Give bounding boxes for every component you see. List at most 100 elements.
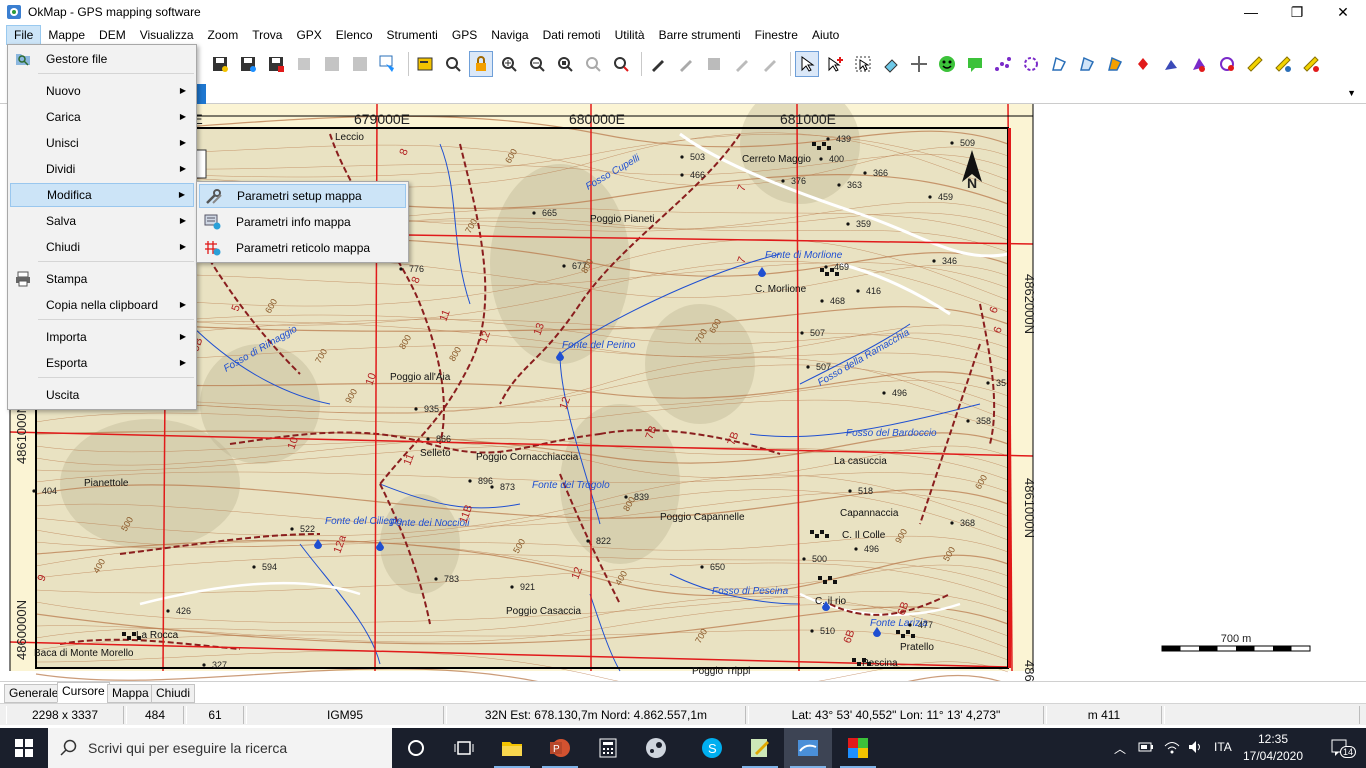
taskbar-powerpoint[interactable]: P <box>536 728 584 768</box>
language-indicator[interactable]: ITA <box>1214 740 1232 754</box>
measure-delete-button[interactable] <box>1299 51 1323 77</box>
panel-tab-generale[interactable]: Generale <box>4 684 64 703</box>
taskbar-notepad[interactable] <box>736 728 784 768</box>
menu-file[interactable]: File <box>6 25 42 45</box>
map-link-button[interactable] <box>376 51 400 77</box>
edit-waypoint-button[interactable] <box>646 51 670 77</box>
taskbar-steam[interactable] <box>632 728 680 768</box>
clock-time[interactable]: 12:35 <box>1238 732 1308 746</box>
message-button[interactable] <box>963 51 987 77</box>
smiley-button[interactable] <box>935 51 959 77</box>
zoom-selection-button[interactable] <box>581 51 605 77</box>
edit-shape-button[interactable] <box>758 51 782 77</box>
panel-tab-chiudi[interactable]: Chiudi <box>151 684 196 703</box>
search-input[interactable]: Scrivi qui per eseguire la ricerca <box>88 728 388 768</box>
menu-visualizza[interactable]: Visualizza <box>133 25 201 45</box>
menu-trova[interactable]: Trova <box>245 25 289 45</box>
close-button[interactable]: ✕ <box>1320 0 1366 24</box>
file-menu-item-unisci[interactable]: Unisci ▶ <box>10 131 194 155</box>
submenu-item-parametri-setup-mappa[interactable]: Parametri setup mappa <box>199 184 406 208</box>
menu-gpx[interactable]: GPX <box>289 25 328 45</box>
save-grid-button[interactable] <box>264 51 288 77</box>
taskbar-skype[interactable]: S <box>688 728 736 768</box>
submenu-item-parametri-info-mappa[interactable]: Parametri info mappa <box>199 210 406 234</box>
save-as-button[interactable] <box>236 51 260 77</box>
minimize-button[interactable]: — <box>1228 0 1274 24</box>
menu-elenco[interactable]: Elenco <box>329 25 380 45</box>
edit-disabled-button[interactable] <box>292 51 316 77</box>
file-menu-item-importa[interactable]: Importa ▶ <box>10 325 194 349</box>
track-marker-button[interactable] <box>1159 51 1183 77</box>
file-menu-item-dividi[interactable]: Dividi ▶ <box>10 157 194 181</box>
cortana-button[interactable] <box>392 728 440 768</box>
panel-tab-cursore[interactable]: Cursore <box>57 682 110 703</box>
select-area-button[interactable] <box>851 51 875 77</box>
clock-date[interactable]: 17/04/2020 <box>1238 749 1308 763</box>
taskbar-color-app[interactable] <box>834 728 882 768</box>
taskbar-okmap[interactable] <box>784 728 832 768</box>
file-menu-item-gestore-file[interactable]: Gestore file <box>10 47 194 71</box>
volume-icon[interactable] <box>1188 740 1204 754</box>
measure-button[interactable] <box>1243 51 1267 77</box>
file-menu-item-uscita[interactable]: Uscita <box>10 383 194 407</box>
edit-route-button[interactable] <box>674 51 698 77</box>
zoom-in-button[interactable] <box>497 51 521 77</box>
menu-finestre[interactable]: Finestre <box>748 25 805 45</box>
zoom-one-to-one-button[interactable] <box>609 51 633 77</box>
edit-track-button[interactable] <box>702 51 726 77</box>
menu-aiuto[interactable]: Aiuto <box>805 25 846 45</box>
notification-center-button[interactable]: 14 <box>1330 738 1357 758</box>
dotted-route-button[interactable] <box>991 51 1015 77</box>
measure-area-button[interactable] <box>1271 51 1295 77</box>
file-menu-item-stampa[interactable]: Stampa <box>10 267 194 291</box>
draw-area-button[interactable] <box>1075 51 1099 77</box>
save-disabled-button[interactable] <box>320 51 344 77</box>
start-button[interactable] <box>0 728 48 768</box>
battery-icon[interactable] <box>1138 740 1154 754</box>
menu-gps[interactable]: GPS <box>445 25 484 45</box>
loop-route-button[interactable] <box>1019 51 1043 77</box>
lock-map-button[interactable] <box>469 51 493 77</box>
route-marker-button[interactable] <box>1187 51 1211 77</box>
menu-barre-strumenti[interactable]: Barre strumenti <box>652 25 748 45</box>
file-menu-item-copia-nella-clipboard[interactable]: Copia nella clipboard ▶ <box>10 293 194 317</box>
save-disabled-button-2[interactable] <box>348 51 372 77</box>
save-button[interactable] <box>208 51 232 77</box>
menu-mappe[interactable]: Mappe <box>41 25 92 45</box>
waypoint-marker-button[interactable] <box>1131 51 1155 77</box>
map-list-button[interactable] <box>413 51 437 77</box>
wifi-icon[interactable] <box>1164 740 1180 754</box>
task-view-button[interactable] <box>440 728 488 768</box>
file-menu-item-salva[interactable]: Salva ▶ <box>10 209 194 233</box>
document-tab[interactable] <box>196 84 206 104</box>
file-menu-item-esporta[interactable]: Esporta ▶ <box>10 351 194 375</box>
edit-area-button[interactable] <box>730 51 754 77</box>
menu-zoom[interactable]: Zoom <box>201 25 246 45</box>
submenu-item-parametri-reticolo-mappa[interactable]: Parametri reticolo mappa <box>199 236 406 260</box>
menu-dem[interactable]: DEM <box>92 25 133 45</box>
file-menu-item-chiudi[interactable]: Chiudi ▶ <box>10 235 194 259</box>
show-hidden-icons-icon[interactable]: ︿ <box>1114 740 1126 757</box>
file-menu-item-modifica[interactable]: Modifica ▶ <box>10 183 194 207</box>
draw-shape-button[interactable] <box>1103 51 1127 77</box>
move-button[interactable] <box>907 51 931 77</box>
select-tool-button[interactable] <box>795 51 819 77</box>
draw-polygon-button[interactable] <box>1047 51 1071 77</box>
add-waypoint-button[interactable] <box>823 51 847 77</box>
tab-dropdown-icon[interactable]: ▼ <box>1347 88 1356 98</box>
taskbar-calculator[interactable] <box>584 728 632 768</box>
eraser-button[interactable] <box>879 51 903 77</box>
restore-button[interactable]: ❐ <box>1274 0 1320 24</box>
taskbar-file-explorer[interactable] <box>488 728 536 768</box>
panel-tab-mappa[interactable]: Mappa <box>107 684 154 703</box>
menu-utilit-[interactable]: Utilità <box>608 25 652 45</box>
zoom-window-button[interactable] <box>553 51 577 77</box>
taskbar-search[interactable]: Scrivi qui per eseguire la ricerca <box>48 728 392 768</box>
area-marker-button[interactable] <box>1215 51 1239 77</box>
file-menu-item-nuovo[interactable]: Nuovo ▶ <box>10 79 194 103</box>
zoom-button[interactable] <box>441 51 465 77</box>
menu-naviga[interactable]: Naviga <box>484 25 535 45</box>
menu-strumenti[interactable]: Strumenti <box>380 25 445 45</box>
file-menu-item-carica[interactable]: Carica ▶ <box>10 105 194 129</box>
menu-dati-remoti[interactable]: Dati remoti <box>536 25 608 45</box>
